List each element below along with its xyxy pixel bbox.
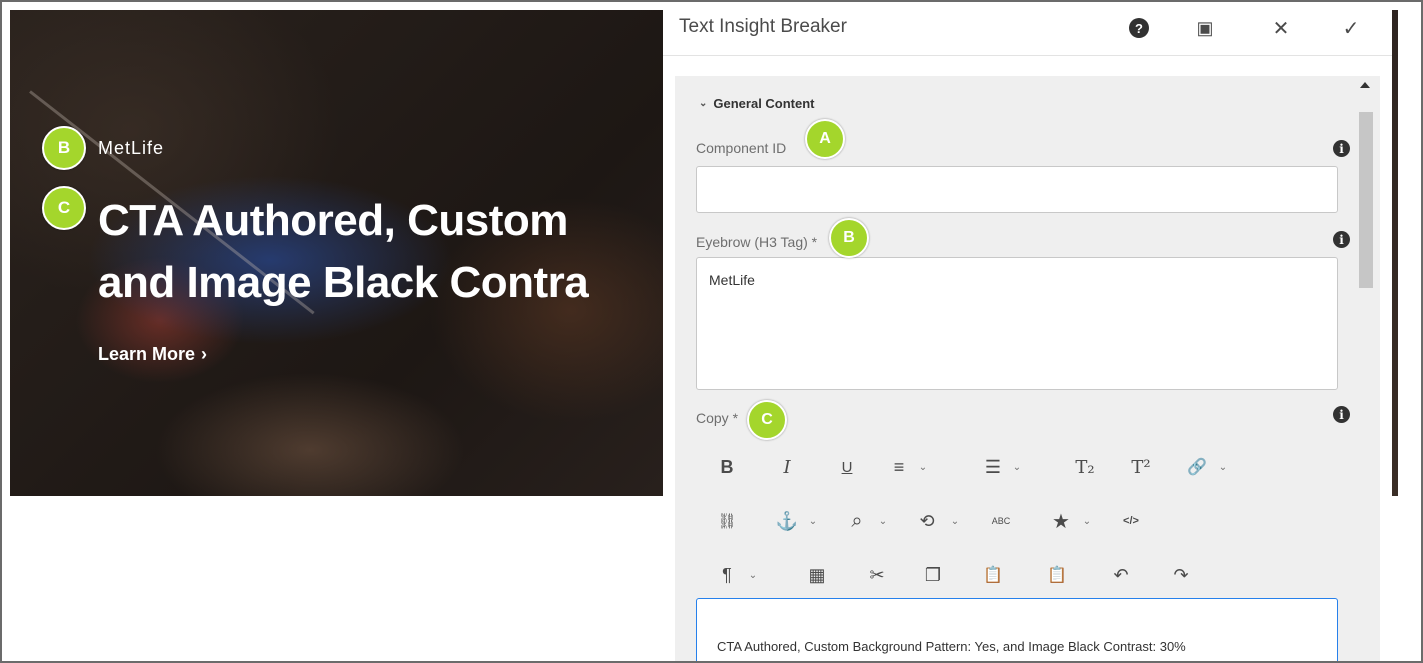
paste-text-icon[interactable]: 📋 bbox=[978, 560, 1008, 590]
dialog-scrollbar[interactable] bbox=[1352, 76, 1380, 661]
undo-icon[interactable]: ↶ bbox=[1106, 560, 1136, 590]
dialog-body: ⌄ General Content Component ID i Eyebrow… bbox=[675, 76, 1380, 661]
annotation-badge-b: B bbox=[829, 218, 869, 258]
scroll-up-icon[interactable] bbox=[1360, 82, 1370, 88]
screenshot-frame: MetLife CTA Authored, Custom and Image B… bbox=[0, 0, 1423, 663]
underline-button[interactable]: U bbox=[832, 452, 862, 482]
chevron-down-icon[interactable]: ⌄ bbox=[1010, 452, 1024, 482]
chevron-down-icon[interactable]: ⌄ bbox=[916, 452, 930, 482]
italic-button[interactable]: I bbox=[772, 452, 802, 482]
copy-icon[interactable]: ❐ bbox=[918, 560, 948, 590]
hero-title-line2: and Image Black Contra bbox=[98, 258, 589, 307]
paste-word-icon[interactable]: 📋 bbox=[1042, 560, 1072, 590]
copy-label: Copy * bbox=[696, 410, 739, 426]
section-label: General Content bbox=[713, 96, 815, 111]
chevron-down-icon[interactable]: ⌄ bbox=[1216, 452, 1230, 482]
cut-icon[interactable]: ✂ bbox=[862, 560, 892, 590]
chevron-down-icon[interactable]: ⌄ bbox=[1080, 506, 1094, 536]
find-replace-icon[interactable]: ⟲ bbox=[912, 506, 942, 536]
learn-more-label: Learn More bbox=[98, 344, 196, 364]
annotation-badge-a: A bbox=[805, 119, 845, 159]
unlink-icon[interactable]: ⛓ bbox=[712, 506, 742, 536]
close-icon: ✕ bbox=[1272, 17, 1290, 40]
annotation-badge-c-hero: C bbox=[42, 186, 86, 230]
paragraph-icon[interactable]: ¶ bbox=[712, 560, 742, 590]
subscript-icon[interactable]: T₂ bbox=[1070, 452, 1100, 482]
star-icon[interactable]: ★ bbox=[1046, 506, 1076, 536]
dialog-header: Text Insight Breaker ? ▣ ✕ ✓ bbox=[663, 2, 1392, 56]
superscript-icon[interactable]: T² bbox=[1126, 452, 1156, 482]
hero-eyebrow: MetLife bbox=[98, 138, 165, 158]
component-id-field[interactable] bbox=[696, 166, 1338, 213]
chevron-down-icon[interactable]: ⌄ bbox=[746, 560, 760, 590]
annotation-badge-c: C bbox=[747, 400, 787, 440]
fullscreen-icon: ▣ bbox=[1196, 17, 1214, 38]
chevron-down-icon: ⌄ bbox=[699, 98, 708, 109]
hero-title-line1: CTA Authored, Custom bbox=[98, 196, 568, 245]
close-button[interactable]: ✕ bbox=[1269, 16, 1293, 40]
chevron-down-icon[interactable]: ⌄ bbox=[876, 506, 890, 536]
component-id-label: Component ID bbox=[696, 140, 787, 156]
copy-text: CTA Authored, Custom Background Pattern:… bbox=[717, 639, 1186, 654]
info-icon[interactable]: i bbox=[1333, 406, 1350, 423]
eyebrow-field[interactable]: MetLife bbox=[696, 257, 1338, 390]
find-icon[interactable]: ⌕ bbox=[842, 506, 872, 536]
chevron-down-icon[interactable]: ⌄ bbox=[806, 506, 820, 536]
table-icon[interactable]: ▦ bbox=[802, 560, 832, 590]
scroll-thumb[interactable] bbox=[1359, 112, 1373, 288]
learn-more-link[interactable]: Learn More › bbox=[98, 344, 207, 365]
info-icon[interactable]: i bbox=[1333, 231, 1350, 248]
align-icon[interactable]: ≡ bbox=[884, 452, 914, 482]
copy-rich-text-editor[interactable]: CTA Authored, Custom Background Pattern:… bbox=[696, 598, 1338, 661]
fullscreen-button[interactable]: ▣ bbox=[1193, 16, 1217, 40]
spellcheck-icon[interactable]: ABC bbox=[986, 506, 1016, 536]
section-general-content[interactable]: ⌄ General Content bbox=[699, 96, 815, 111]
anchor-icon[interactable]: ⚓ bbox=[772, 506, 802, 536]
checkmark-icon: ✓ bbox=[1342, 17, 1360, 40]
source-edit-icon[interactable]: </> bbox=[1116, 506, 1146, 536]
info-icon[interactable]: i bbox=[1333, 140, 1350, 157]
bold-button[interactable]: B bbox=[712, 452, 742, 482]
annotation-badge-b-hero: B bbox=[42, 126, 86, 170]
eyebrow-label: Eyebrow (H3 Tag) * bbox=[696, 234, 818, 250]
done-button[interactable]: ✓ bbox=[1339, 16, 1363, 40]
hero-title: CTA Authored, Custom and Image Black Con… bbox=[98, 190, 698, 314]
component-dialog: Text Insight Breaker ? ▣ ✕ ✓ ⌄ General C… bbox=[663, 2, 1392, 661]
link-icon[interactable]: 🔗 bbox=[1182, 452, 1212, 482]
list-icon[interactable]: ☰ bbox=[978, 452, 1008, 482]
dialog-title: Text Insight Breaker bbox=[679, 16, 847, 37]
redo-icon[interactable]: ↷ bbox=[1166, 560, 1196, 590]
chevron-down-icon[interactable]: ⌄ bbox=[948, 506, 962, 536]
help-button[interactable]: ? bbox=[1127, 16, 1151, 40]
help-icon: ? bbox=[1129, 18, 1149, 38]
rich-text-toolbar: B I U ≡ ⌄ ☰ ⌄ T₂ T² 🔗 ⌄ ⛓ ⚓ ⌄ ⌕ ⌄ ⟲ ⌄ AB… bbox=[696, 442, 1338, 592]
chevron-right-icon: › bbox=[201, 344, 208, 364]
